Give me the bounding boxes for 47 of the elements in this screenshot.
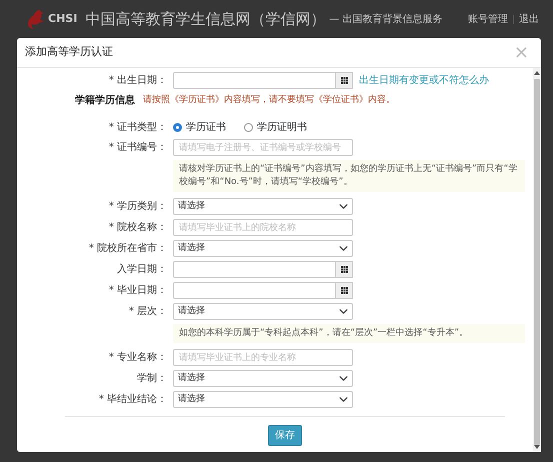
- header-link[interactable]: 退出: [519, 12, 539, 26]
- field-label: * 毕结业结论：: [98, 392, 167, 408]
- text-field[interactable]: 请填写毕业证书上的院校名称: [173, 219, 353, 236]
- bird-logo-icon: [26, 8, 46, 30]
- field-label: * 专业名称：: [108, 350, 167, 366]
- field-label: * 院校名称：: [108, 220, 167, 236]
- field-label: * 证书类型：: [108, 120, 167, 135]
- select-field[interactable]: 请选择: [173, 303, 353, 320]
- hint-text: 如您的本科学历属于“专科起点本科”，请在“层次”一栏中选择“专升本”。: [173, 324, 525, 344]
- calendar-grid-icon: [340, 287, 348, 294]
- field-label: * 毕业日期：: [108, 284, 167, 298]
- field-label: 入学日期：: [116, 262, 167, 278]
- radio-button[interactable]: [173, 123, 182, 132]
- section-label: 学籍学历信息: [75, 94, 135, 108]
- modal-title: 添加高等学历认证: [25, 44, 113, 60]
- calendar-button[interactable]: [336, 261, 353, 278]
- select-field[interactable]: 请选择: [173, 391, 353, 408]
- calendar-button[interactable]: [336, 72, 353, 89]
- header-link[interactable]: 账号管理: [468, 12, 508, 26]
- date-field[interactable]: [173, 72, 336, 89]
- field-label: 学制：: [136, 372, 167, 386]
- calendar-button[interactable]: [336, 282, 353, 300]
- calendar-grid-icon: [340, 77, 348, 84]
- radio-label: 学历证明书: [257, 120, 307, 135]
- section-note: 请按照《学历证书》内容填写，请不要填写《学位证书》内容。: [143, 94, 395, 107]
- text-field[interactable]: 请填写毕业证书上的专业名称: [173, 349, 353, 366]
- scroll-up-arrow-icon[interactable]: [534, 71, 540, 75]
- select-field[interactable]: 请选择: [173, 370, 353, 388]
- hint-text: 请核对学历证书上的“证书编号”内容填写，如您的学历证书上无“证书编号”而只有“学校编号”和“No.号”时，请填写“学校编号”。: [173, 160, 525, 192]
- field-label: * 院校所在省市：: [88, 242, 167, 256]
- field-label: * 层次：: [128, 305, 167, 320]
- calendar-grid-icon: [340, 266, 348, 274]
- field-label: * 学历类别：: [108, 200, 167, 214]
- radio-label: 学历证书: [186, 120, 226, 135]
- field-label: * 出生日期：: [108, 74, 167, 88]
- select-field[interactable]: 请选择: [173, 198, 353, 216]
- logo-text: CHSI: [48, 10, 78, 27]
- select-field[interactable]: 请选择: [173, 240, 353, 258]
- radio-button[interactable]: [244, 123, 253, 132]
- scrollbar[interactable]: [533, 68, 541, 452]
- site-subtitle: — 出国教育背景信息服务: [329, 12, 442, 26]
- text-field[interactable]: 请填写电子注册号、证书编号或学校编号: [173, 139, 353, 156]
- date-field[interactable]: [173, 261, 336, 278]
- scroll-down-arrow-icon[interactable]: [534, 445, 540, 449]
- site-title: 中国高等教育学生信息网（学信网）: [85, 8, 326, 30]
- field-label: * 证书编号：: [108, 140, 167, 155]
- date-field[interactable]: [173, 282, 336, 300]
